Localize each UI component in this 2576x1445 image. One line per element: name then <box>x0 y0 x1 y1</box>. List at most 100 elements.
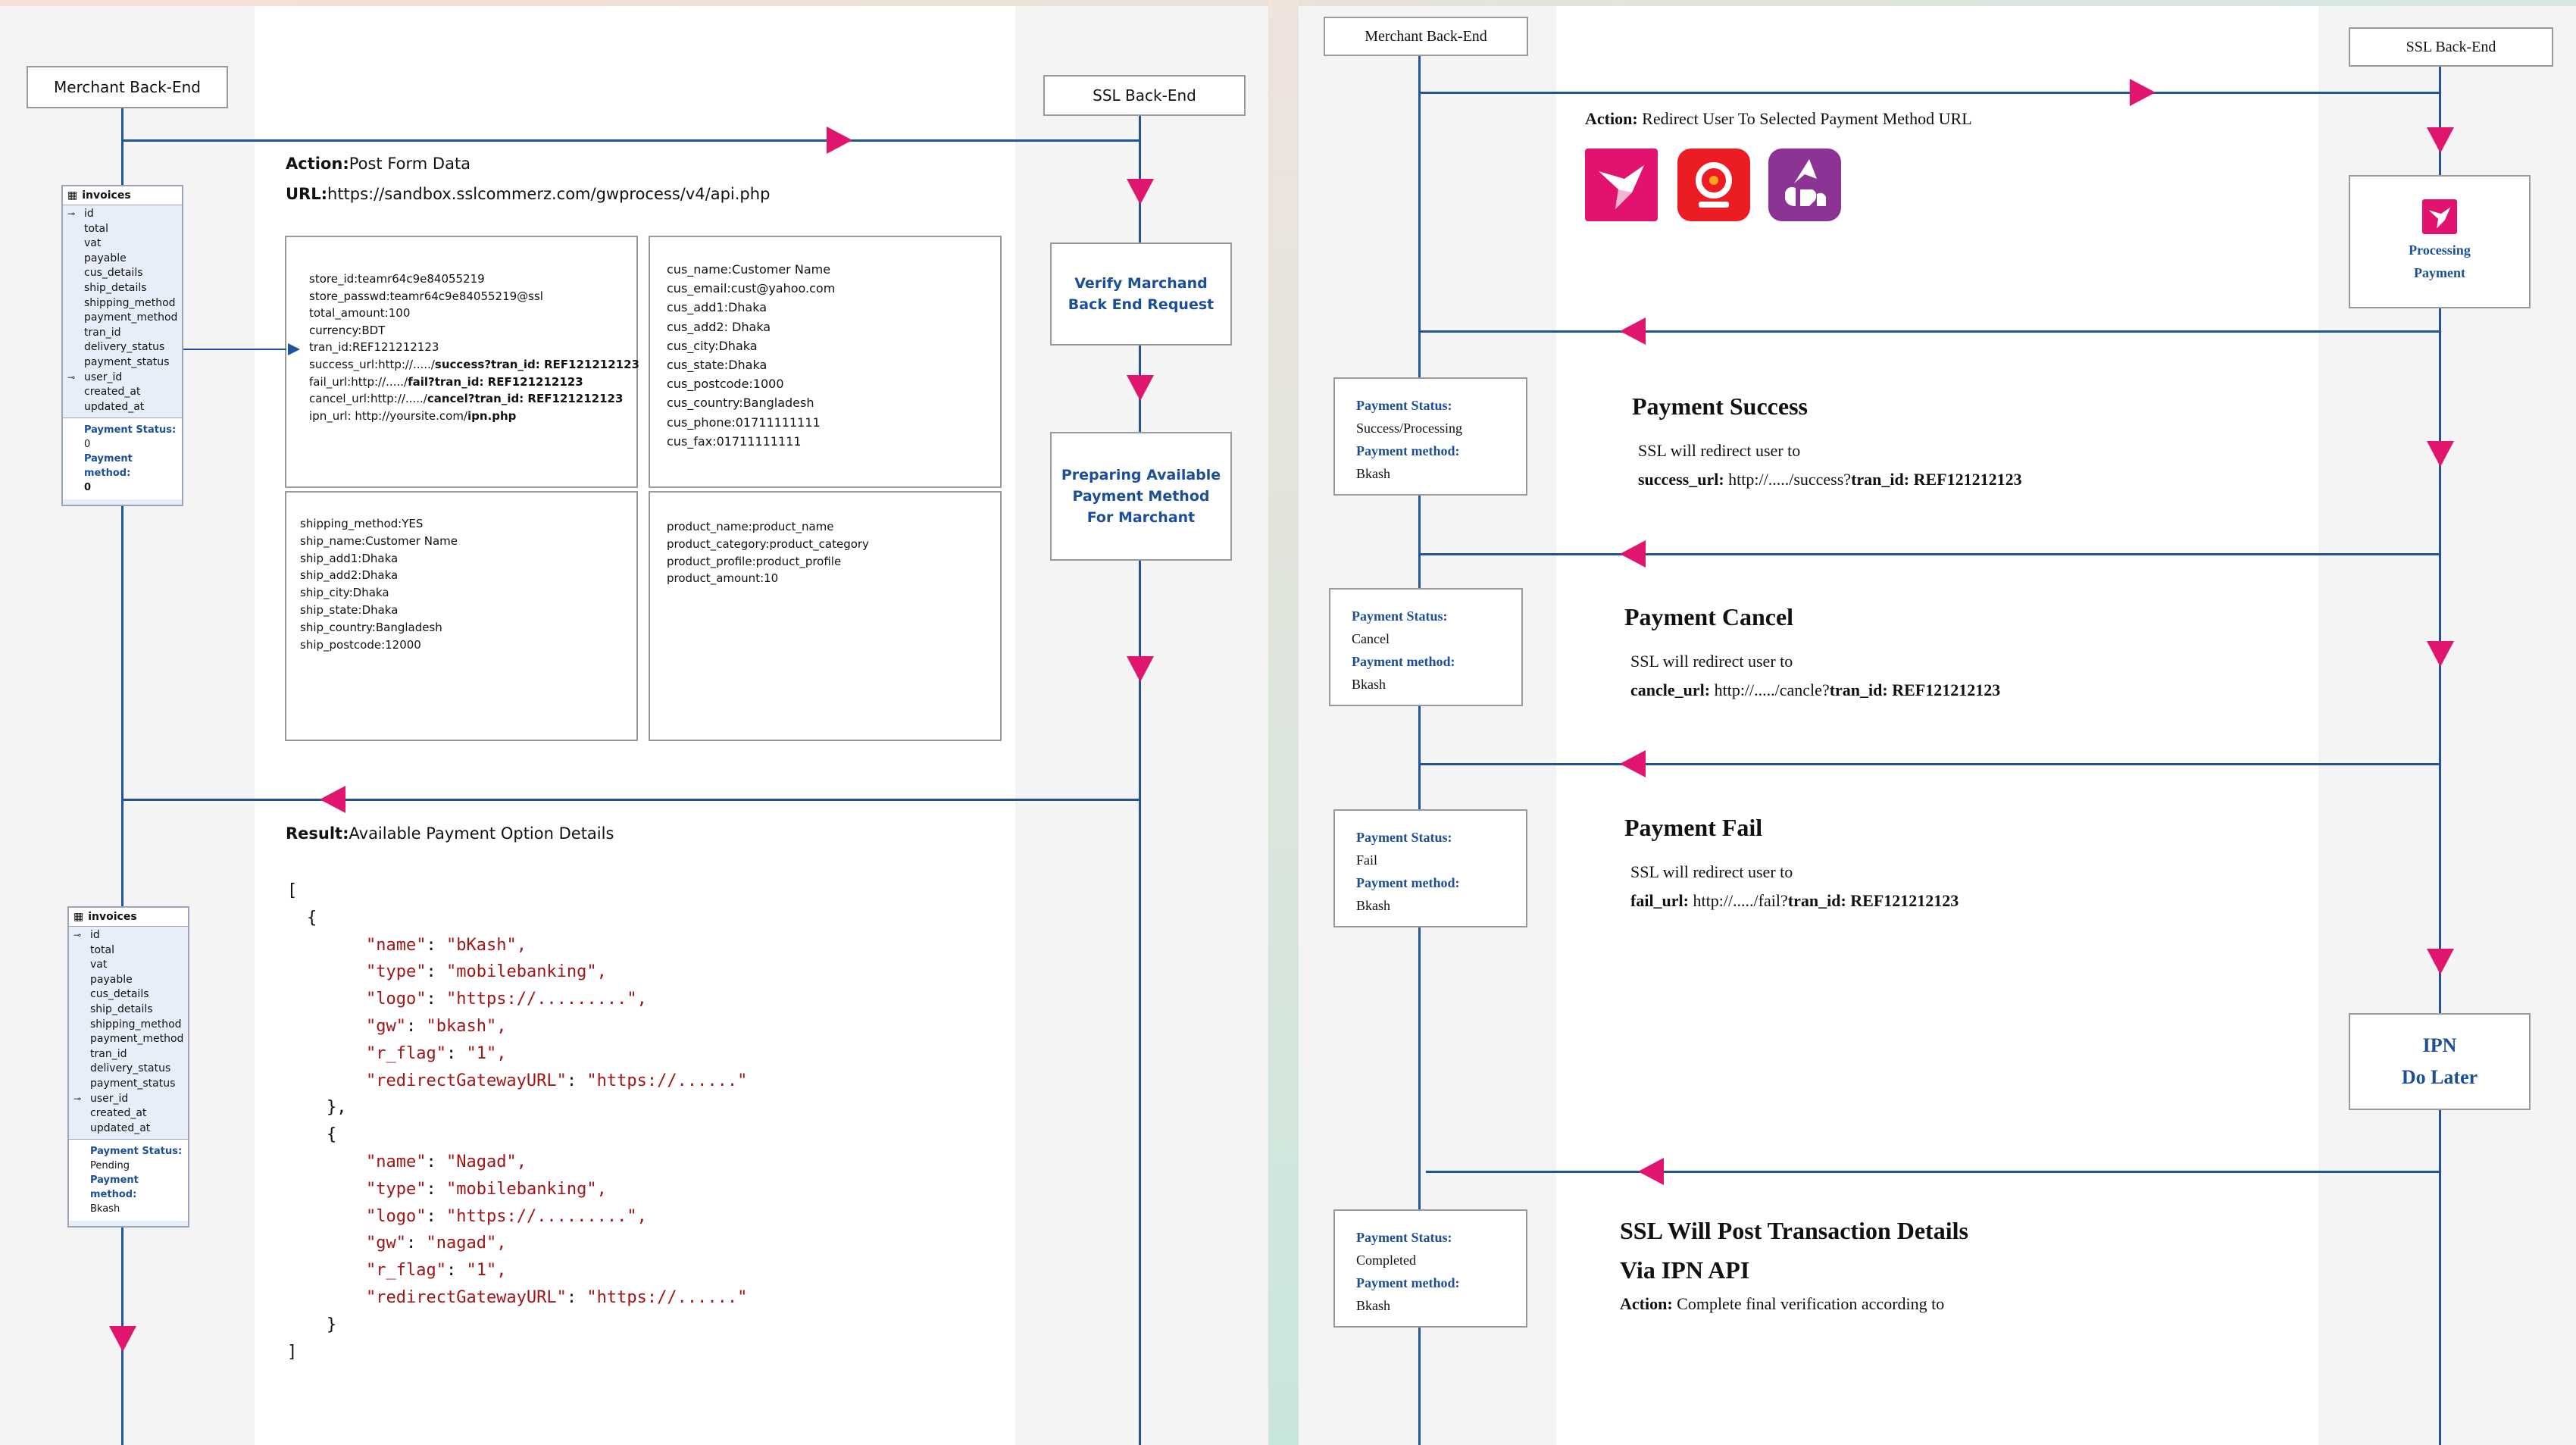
card2-line: cus_add1:Dhaka <box>667 300 767 315</box>
json-line: { <box>307 908 317 927</box>
bkash-icon <box>2422 199 2457 234</box>
bkash-logo <box>1585 149 1658 221</box>
json-key: "logo" <box>366 1206 427 1226</box>
ssl-down-arrow-1 <box>1127 179 1154 205</box>
status-box-fail: Payment Status: Fail Payment method: Bka… <box>1333 809 1527 927</box>
ssl-down-arrow-2 <box>2427 441 2454 467</box>
card1-line: store_passwd:teamr64c9e84055219@ssl <box>309 289 543 303</box>
ipn-message-line <box>1426 1171 2441 1173</box>
card4-line: product_profile:product_profile <box>667 554 842 568</box>
status-box-success: Payment Status: Success/Processing Payme… <box>1333 377 1527 496</box>
json-code-block: [{"name": "bKash", "type": "mobilebanking… <box>287 877 747 1365</box>
table-header: ▦ invoices <box>63 186 182 205</box>
foreign-key-icon: ⊸ <box>67 371 76 383</box>
action-label: Action: <box>1585 109 1638 128</box>
json-line: } <box>327 1315 337 1334</box>
payment-fail-title: Payment Fail <box>1624 814 1763 841</box>
card2-line: cus_postcode:1000 <box>667 377 784 392</box>
json-value: "1", <box>466 1261 507 1281</box>
foreign-key-icon: ⊸ <box>73 1093 82 1104</box>
ssl-down-arrow-4 <box>2427 949 2454 974</box>
action-text: Post Form Data <box>349 155 471 173</box>
invoices-table-before: ▦ invoices ⊸ id total vat payable cus_deta… <box>61 185 183 506</box>
json-key: "redirectGatewayURL" <box>366 1071 567 1090</box>
prepare-line-1: Preparing Available <box>1061 467 1221 483</box>
card3-line: ship_postcode:12000 <box>300 637 421 652</box>
json-value: "https://......" <box>586 1287 748 1307</box>
json-key: "name" <box>366 935 427 955</box>
redirect-message-line <box>1418 92 2441 94</box>
json-line: "logo": "https://.........", <box>366 990 647 1009</box>
processing-line-2: Payment <box>2414 265 2465 280</box>
card3-line: ship_country:Bangladesh <box>300 620 442 634</box>
ipn-url-line: ipn_url: http://yoursite.com/ipn.php <box>309 408 517 423</box>
result-heading: Result:Available Payment Option Details <box>286 824 614 843</box>
store-params-card: store_id:teamr64c9e84055219 store_passwd… <box>285 236 639 488</box>
json-value: "https://.........", <box>445 990 647 1009</box>
json-line: "gw": "nagad", <box>366 1234 507 1253</box>
primary-key-icon: ⊸ <box>67 208 76 219</box>
card2-line: cus_city:Dhaka <box>667 338 758 353</box>
json-key: "logo" <box>366 990 427 1009</box>
json-line: }, <box>327 1098 347 1118</box>
fail-arrow <box>1620 750 1646 777</box>
card1-line: tran_id:REF121212123 <box>309 340 439 355</box>
merchant-down-arrow <box>109 1326 136 1352</box>
result-label: Result: <box>286 824 349 843</box>
customer-params-card: cus_name:Customer Name cus_email:cust@ya… <box>649 236 1002 488</box>
json-value: "Nagad", <box>445 1152 527 1171</box>
json-line: "name": "Nagad", <box>366 1152 527 1171</box>
payment-success-title: Payment Success <box>1632 393 1808 420</box>
ssl-down-arrow-1 <box>2427 127 2454 153</box>
ipn-line-2: Do Later <box>2401 1066 2478 1088</box>
payment-fail-desc: SSL will redirect user to fail_url: http… <box>1630 862 1959 910</box>
json-line: "name": "bKash", <box>366 935 527 955</box>
primary-key-icon: ⊸ <box>73 930 82 940</box>
card3-line: ship_city:Dhaka <box>300 586 389 600</box>
right-diagram-panel: Merchant Back-End SSL Back-End Action: R… <box>1299 6 2576 1445</box>
merchant-actor: Merchant Back-End <box>1324 17 1528 56</box>
verify-merchant-box: Verify Marchand Back End Request <box>1050 242 1232 346</box>
tran-id-link-line <box>183 349 286 350</box>
card4-line: product_amount:10 <box>667 571 779 586</box>
table-header: ▦ invoices <box>69 908 188 927</box>
json-value: "mobilebanking", <box>445 1179 607 1199</box>
json-key: "redirectGatewayURL" <box>366 1287 567 1307</box>
json-value: "bkash", <box>426 1016 507 1036</box>
json-value: "bKash", <box>445 935 527 955</box>
action-redirect: Action: Redirect User To Selected Paymen… <box>1585 109 1972 129</box>
card3-line: ship_add2:Dhaka <box>300 568 399 583</box>
invoices-table-after: ▦ invoices ⊸ id total vat payable cus_deta… <box>67 906 189 1228</box>
url-text: https://sandbox.sslcommerz.com/gwprocess… <box>327 185 771 203</box>
processing-line-1: Processing <box>2409 242 2471 258</box>
prepare-line-3: For Marchant <box>1086 509 1196 526</box>
success-arrow <box>1620 317 1646 345</box>
status-box-cancel: Payment Status: Cancel Payment method: B… <box>1329 588 1523 706</box>
merchant-actor: Merchant Back-End <box>27 66 228 108</box>
payment-cancel-title: Payment Cancel <box>1624 603 1794 630</box>
json-key: "r_flag" <box>366 1043 446 1063</box>
ssl-down-arrow-3 <box>1127 656 1154 682</box>
json-value: "mobilebanking", <box>445 962 607 982</box>
json-line: "r_flag": "1", <box>366 1261 507 1281</box>
ipn-post-title: SSL Will Post Transaction Details Via IP… <box>1620 1217 1968 1284</box>
card2-line: cus_fax:01711111111 <box>667 433 802 449</box>
ssl-actor: SSL Back-End <box>1043 75 1246 116</box>
card2-line: cus_name:Customer Name <box>667 262 831 277</box>
result-text: Available Payment Option Details <box>349 824 614 843</box>
post-form-arrow <box>827 127 852 154</box>
json-value: "nagad", <box>426 1234 507 1253</box>
json-key: "type" <box>366 1179 427 1199</box>
card1-line: currency:BDT <box>309 323 386 337</box>
card2-line: cus_phone:01711111111 <box>667 414 821 430</box>
panel-separator <box>1268 0 1299 1445</box>
json-line: "redirectGatewayURL": "https://......" <box>366 1071 748 1090</box>
fail-message-line <box>1418 763 2441 765</box>
json-value: "1", <box>466 1043 507 1063</box>
prepare-line-2: Payment Method <box>1072 488 1210 505</box>
processing-payment-box: Processing Payment <box>2349 175 2531 308</box>
rocket-logo <box>1768 149 1841 221</box>
cancel-arrow <box>1620 540 1646 568</box>
json-line: [ <box>287 881 298 900</box>
api-url: URL:https://sandbox.sslcommerz.com/gwpro… <box>286 185 770 203</box>
